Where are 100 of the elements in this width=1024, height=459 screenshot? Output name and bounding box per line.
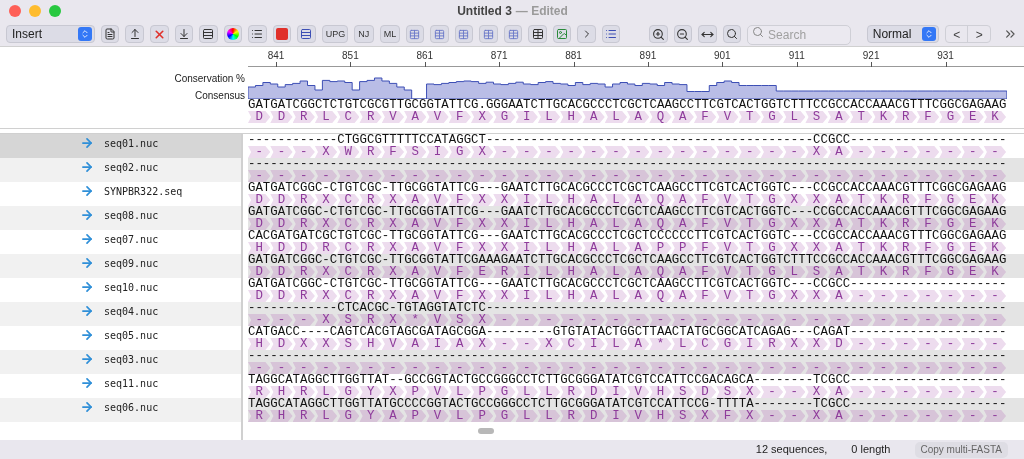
amino-acid-tag: - [627, 362, 650, 374]
amino-acid-tag: T [738, 290, 761, 302]
amino-acid-tag: - [716, 170, 739, 182]
rows-icon[interactable] [199, 25, 218, 43]
delete-icon[interactable] [150, 25, 169, 43]
amino-acid-tag: A [582, 290, 605, 302]
amino-acid-tag: - [537, 314, 561, 326]
sequence-name-cell[interactable]: seq08.nuc [0, 206, 241, 230]
amino-acid-tag: I [515, 242, 538, 254]
amino-acid-tag: - [939, 338, 962, 350]
toolbar-button[interactable]: NJ [353, 25, 374, 43]
amino-acid-tag: A [404, 218, 427, 230]
amino-acid-tag: Q [649, 194, 672, 206]
amino-acid-tag: X [381, 242, 405, 254]
amino-acid-tag: - [894, 410, 917, 422]
amino-acid-tag: - [716, 146, 739, 158]
ruler-label: 901 [714, 49, 731, 63]
nav-button[interactable]: < [946, 26, 969, 42]
sequence-name-cell[interactable]: seq04.nuc [0, 302, 241, 326]
sequence-name: seq06.nuc [104, 401, 159, 415]
amino-acid-tag: V [426, 111, 449, 123]
amino-acid-tag: - [916, 386, 940, 398]
amino-acid-tag: F [448, 266, 471, 278]
amino-acid-tag: V [426, 218, 449, 230]
toolbar-button[interactable]: ML [379, 25, 400, 43]
amino-acid-tag: - [582, 362, 605, 374]
amino-acid-tag: D [292, 242, 315, 254]
amino-acid-tag: - [872, 362, 895, 374]
scrollbar-thumb[interactable] [478, 428, 494, 434]
amino-acid-tag: E [961, 266, 984, 278]
amino-acid-tag: - [760, 314, 784, 326]
lines-icon[interactable] [297, 25, 316, 43]
amino-acid-tag: V [716, 218, 739, 230]
amino-acid-tag: - [470, 362, 494, 374]
amino-acid-tag: X [470, 194, 494, 206]
sequence-name-cell[interactable]: seq06.nuc [0, 398, 241, 422]
sequence-name-cell[interactable]: seq09.nuc [0, 254, 241, 278]
list-icon[interactable] [601, 25, 621, 43]
sequence-name-cell[interactable]: seq03.nuc [0, 350, 241, 374]
amino-acid-tag: - [827, 314, 850, 326]
zoom-icon[interactable] [722, 25, 742, 43]
amino-acid-tag: T [850, 266, 873, 278]
zoom-out-icon[interactable] [673, 25, 693, 43]
copy-button[interactable]: Copy multi-FASTA [914, 441, 1008, 458]
amino-acid-tag: - [983, 314, 1007, 326]
amino-acid-tag: F [916, 218, 940, 230]
amino-acid-tag: G [716, 338, 739, 350]
color-wheel-icon[interactable] [223, 25, 243, 43]
new-document-icon[interactable] [100, 25, 120, 43]
amino-acid-tag: X [314, 338, 338, 350]
amino-acid-tag: A [627, 242, 650, 254]
amino-acid-tag: - [270, 314, 293, 326]
fit-width-icon[interactable] [698, 25, 717, 43]
amino-acid-tag: L [604, 338, 628, 350]
amino-acid-tag: X [470, 111, 494, 123]
amino-acid-tag: D [693, 386, 717, 398]
amino-acid-tag: F [916, 266, 940, 278]
amino-acid-tag: X [805, 410, 828, 422]
amino-acid-tag: - [939, 386, 962, 398]
zoom-in-icon[interactable] [648, 25, 668, 43]
amino-acid-tag: P [404, 410, 427, 422]
amino-acid-tag: E [961, 218, 984, 230]
amino-acid-tag: L [314, 111, 338, 123]
amino-acid-tag: S [337, 338, 360, 350]
amino-acid-tag: - [493, 146, 516, 158]
sequence-bases: GATGATCGGC-CTGTCGC-TTGCGGTATTCG---GAATCTTGCACGCCCTCGCTCAAGCCTTCGTCACTGGTC---CCGCCACCAAACGTTTCGGCGAGAAG [248, 182, 1008, 194]
search-field[interactable]: Search [747, 25, 852, 45]
amino-acid-tag: P [470, 410, 494, 422]
amino-acid-tag: F [916, 111, 940, 123]
amino-acid-tag: A [404, 338, 427, 350]
upload-icon[interactable] [125, 25, 144, 43]
chevron-right-icon[interactable] [577, 25, 596, 43]
amino-acid-tag: G [760, 194, 784, 206]
amino-acid-tag: - [783, 362, 806, 374]
sequence-name: seq10.nuc [104, 281, 159, 295]
amino-acid-tag: A [582, 111, 605, 123]
amino-acid-tag: I [515, 266, 538, 278]
download-icon[interactable] [174, 25, 194, 43]
amino-acid-tag: H [560, 194, 583, 206]
amino-acid-tag: A [582, 242, 605, 254]
amino-acid-tag: K [872, 194, 895, 206]
table-icon[interactable] [528, 25, 547, 43]
image-icon[interactable] [552, 25, 572, 43]
amino-acid-tag: Y [359, 410, 382, 422]
amino-acid-tag: D [248, 266, 271, 278]
toolbar-button[interactable]: UPG [321, 25, 348, 43]
nav-button[interactable]: > [968, 26, 991, 42]
amino-acid-tag: - [827, 362, 850, 374]
amino-acid-tag: - [850, 314, 873, 326]
sequence-name-cell[interactable]: seq01.nuc [0, 134, 241, 158]
mode-select[interactable]: Insert [6, 25, 95, 43]
amino-acid-tag: V [627, 386, 650, 398]
amino-acid-tag: G [493, 410, 516, 422]
amino-acid-tag: - [916, 170, 940, 182]
amino-acid-tag: F [693, 218, 717, 230]
amino-acid-tag: X [470, 218, 494, 230]
ruler-label: 841 [267, 49, 285, 63]
view-select[interactable]: Normal [866, 25, 940, 43]
amino-acid-tag: C [337, 194, 360, 206]
sequence-name-cell[interactable]: seq02.nuc [0, 158, 241, 182]
